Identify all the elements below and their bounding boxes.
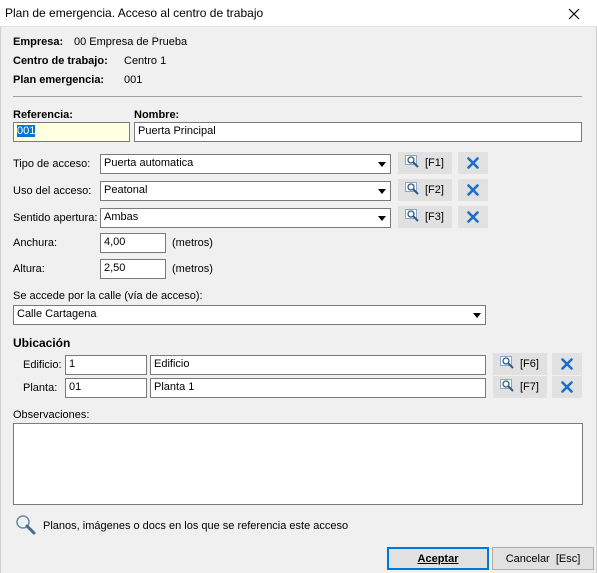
- cancel-button-label: Cancelar [Esc]: [505, 552, 581, 565]
- uso-acceso-value: Peatonal: [104, 184, 148, 196]
- nombre-label: Nombre:: [134, 109, 180, 121]
- clear-x-icon: [467, 211, 479, 223]
- ubicacion-title: Ubicación: [13, 336, 71, 350]
- observaciones-label: Observaciones:: [13, 409, 90, 421]
- documents-magnifier-icon[interactable]: [13, 513, 37, 537]
- tipo-acceso-lookup-button[interactable]: [F1]: [398, 152, 452, 174]
- planta-label: Planta:: [23, 382, 58, 394]
- calle-label: Se accede por la calle (vía de acceso):: [13, 290, 203, 302]
- calle-select[interactable]: Calle Cartagena: [13, 305, 486, 325]
- documents-text[interactable]: Planos, imágenes o docs en los que se re…: [43, 520, 348, 532]
- sentido-apertura-label: Sentido apertura:: [13, 212, 98, 224]
- window-title: Plan de emergencia. Acceso al centro de …: [5, 6, 264, 20]
- edificio-lookup-button[interactable]: [F6]: [493, 353, 547, 375]
- planta-lookup-button[interactable]: [F7]: [493, 376, 547, 398]
- tipo-acceso-select[interactable]: Puerta automatica: [100, 154, 391, 174]
- title-bar: Plan de emergencia. Acceso al centro de …: [0, 0, 597, 27]
- referencia-input[interactable]: 001: [13, 122, 130, 142]
- edificio-clear-button[interactable]: [552, 353, 582, 375]
- nombre-input[interactable]: Puerta Principal: [134, 122, 582, 142]
- uso-acceso-clear-button[interactable]: [458, 179, 488, 201]
- uso-acceso-lookup-button[interactable]: [F2]: [398, 179, 452, 201]
- magnifier-icon: [500, 378, 516, 396]
- tipo-acceso-clear-button[interactable]: [458, 152, 488, 174]
- accept-button-label: Aceptar: [417, 552, 459, 565]
- uso-acceso-select[interactable]: Peatonal: [100, 181, 391, 201]
- close-icon: [568, 8, 580, 19]
- clear-x-icon: [561, 358, 573, 370]
- observaciones-textarea[interactable]: [13, 423, 583, 505]
- clear-x-icon: [561, 381, 573, 393]
- sentido-apertura-select[interactable]: Ambas: [100, 208, 391, 228]
- clear-x-icon: [467, 184, 479, 196]
- anchura-input[interactable]: 4,00: [100, 233, 166, 253]
- magnifier-icon: [405, 208, 421, 226]
- chevron-down-icon: [374, 182, 390, 200]
- accept-button[interactable]: Aceptar: [387, 547, 489, 570]
- altura-input[interactable]: 2,50: [100, 259, 166, 279]
- plan-label: Plan emergencia:: [13, 74, 105, 86]
- planta-name-input[interactable]: Planta 1: [150, 378, 486, 398]
- empresa-value: 00 Empresa de Prueba: [74, 36, 188, 48]
- edificio-label: Edificio:: [23, 359, 62, 371]
- centro-label: Centro de trabajo:: [13, 55, 108, 67]
- tipo-acceso-value: Puerta automatica: [104, 157, 194, 169]
- sentido-apertura-key-label: [F3]: [425, 211, 444, 223]
- uso-acceso-key-label: [F2]: [425, 184, 444, 196]
- tipo-acceso-label: Tipo de acceso:: [13, 158, 91, 170]
- tipo-acceso-key-label: [F1]: [425, 157, 444, 169]
- close-button[interactable]: [551, 0, 597, 27]
- chevron-down-icon: [469, 306, 485, 324]
- header-divider: [13, 96, 582, 97]
- sentido-apertura-clear-button[interactable]: [458, 206, 488, 228]
- magnifier-icon: [500, 355, 516, 373]
- planta-clear-button[interactable]: [552, 376, 582, 398]
- edificio-code-input[interactable]: 1: [65, 355, 147, 375]
- edificio-key-label: [F6]: [520, 358, 539, 370]
- chevron-down-icon: [374, 209, 390, 227]
- magnifier-icon: [405, 154, 421, 172]
- altura-unit: (metros): [172, 263, 213, 275]
- anchura-label: Anchura:: [13, 237, 58, 249]
- uso-acceso-label: Uso del acceso:: [13, 185, 92, 197]
- planta-key-label: [F7]: [520, 381, 539, 393]
- planta-code-input[interactable]: 01: [65, 378, 147, 398]
- cancel-button[interactable]: Cancelar [Esc]: [492, 547, 594, 570]
- sentido-apertura-value: Ambas: [104, 211, 139, 223]
- dialog-body: Empresa: 00 Empresa de Prueba Centro de …: [0, 27, 597, 573]
- plan-value: 001: [124, 74, 143, 86]
- altura-label: Altura:: [13, 263, 45, 275]
- calle-value: Calle Cartagena: [17, 308, 97, 320]
- edificio-name-input[interactable]: Edificio: [150, 355, 486, 375]
- anchura-unit: (metros): [172, 237, 213, 249]
- clear-x-icon: [467, 157, 479, 169]
- referencia-label: Referencia:: [13, 109, 73, 121]
- centro-value: Centro 1: [124, 55, 167, 67]
- empresa-label: Empresa:: [13, 36, 64, 48]
- chevron-down-icon: [374, 155, 390, 173]
- magnifier-icon: [405, 181, 421, 199]
- sentido-apertura-lookup-button[interactable]: [F3]: [398, 206, 452, 228]
